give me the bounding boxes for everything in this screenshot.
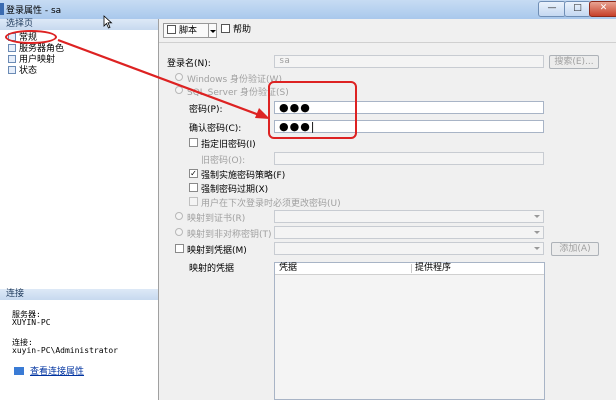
highlight-box — [268, 81, 357, 139]
login-name-label: 登录名(N): — [167, 59, 211, 69]
minimize-button[interactable]: — — [538, 1, 566, 17]
help-icon — [221, 24, 230, 33]
connection-properties-icon — [14, 367, 24, 375]
enforce-password-expiration-checkbox[interactable] — [189, 183, 198, 192]
window-title: 登录属性 - sa — [6, 6, 62, 16]
asymmetric-key-combo[interactable] — [274, 226, 544, 239]
column-separator — [411, 264, 412, 273]
script-label: 脚本 — [179, 26, 198, 36]
enforce-password-policy-label: 强制实施密码策略(F) — [201, 171, 286, 181]
login-name-input[interactable]: sa — [274, 55, 544, 68]
highlight-ellipse — [5, 30, 57, 44]
title-bar[interactable]: 登录属性 - sa — □ ✕ — [0, 0, 616, 20]
specify-old-password-label: 指定旧密码(I) — [201, 140, 256, 150]
specify-old-password-checkbox[interactable] — [189, 138, 198, 147]
page-item-server-roles[interactable]: 服务器角色 — [8, 44, 64, 55]
map-credential-checkbox[interactable] — [175, 244, 184, 253]
mapped-credentials-grid[interactable]: 凭据 提供程序 — [274, 262, 545, 400]
map-asymmetric-key-label: 映射到非对称密钥(T) — [187, 230, 272, 240]
view-connection-properties-link[interactable]: 查看连接属性 — [14, 364, 84, 377]
help-label: 帮助 — [233, 25, 252, 35]
grid-column-provider[interactable]: 提供程序 — [415, 263, 451, 274]
toolbar: 脚本 帮助 — [159, 19, 616, 43]
enforce-password-policy-checkbox[interactable]: ✓ — [189, 169, 198, 178]
map-asymmetric-key-radio[interactable] — [175, 228, 183, 236]
page-icon — [8, 44, 16, 52]
windows-auth-radio[interactable] — [175, 73, 183, 81]
search-button[interactable]: 搜索(E)... — [549, 55, 599, 69]
mouse-cursor-icon — [103, 15, 113, 29]
script-icon — [167, 25, 176, 34]
old-password-label: 旧密码(O): — [201, 156, 246, 166]
confirm-password-label: 确认密码(C): — [189, 124, 242, 134]
select-page-header: 选择页 — [0, 19, 158, 30]
login-properties-window: 登录属性 - sa — □ ✕ 选择页 常规 服务器角色 用户映射 状态 连接 … — [0, 0, 616, 400]
must-change-password-label: 用户在下次登录时必须更改密码(U) — [201, 199, 341, 209]
connection-header: 连接 — [0, 289, 158, 300]
windows-auth-label: Windows 身份验证(W) — [187, 75, 282, 85]
app-icon — [0, 3, 4, 15]
maximize-button[interactable]: □ — [564, 1, 591, 17]
grid-header: 凭据 提供程序 — [275, 263, 544, 275]
certificate-combo[interactable] — [274, 210, 544, 223]
server-value: XUYIN-PC — [12, 318, 51, 327]
page-item-label: 用户映射 — [19, 55, 56, 65]
map-certificate-radio[interactable] — [175, 212, 183, 220]
page-icon — [8, 55, 16, 63]
map-certificate-label: 映射到证书(R) — [187, 214, 246, 224]
link-label: 查看连接属性 — [30, 367, 85, 377]
right-pane: 脚本 帮助 登录名(N): sa 搜索(E)... Windows 身份验证(W… — [159, 19, 616, 400]
script-dropdown-arrow[interactable] — [209, 23, 217, 38]
help-button[interactable]: 帮助 — [221, 23, 251, 38]
grid-column-credential[interactable]: 凭据 — [279, 263, 297, 274]
left-pane: 选择页 常规 服务器角色 用户映射 状态 连接 服务器: XUYIN-PC 连接… — [0, 19, 159, 400]
enforce-password-expiration-label: 强制密码过期(X) — [201, 185, 269, 195]
page-item-user-mapping[interactable]: 用户映射 — [8, 55, 55, 66]
map-credential-label: 映射到凭据(M) — [187, 246, 247, 256]
page-item-status[interactable]: 状态 — [8, 66, 37, 77]
connection-value: xuyin-PC\Administrator — [12, 346, 118, 355]
mapped-credentials-label: 映射的凭据 — [189, 264, 235, 274]
credential-combo[interactable] — [274, 242, 544, 255]
script-button[interactable]: 脚本 — [163, 23, 209, 38]
password-label: 密码(P): — [189, 105, 223, 115]
close-button[interactable]: ✕ — [589, 1, 616, 17]
page-icon — [8, 66, 16, 74]
add-button[interactable]: 添加(A) — [551, 242, 599, 256]
page-item-label: 服务器角色 — [19, 44, 65, 54]
must-change-password-checkbox[interactable] — [189, 197, 198, 206]
sql-auth-radio[interactable] — [175, 86, 183, 94]
old-password-input[interactable] — [274, 152, 544, 165]
page-item-label: 状态 — [19, 66, 38, 76]
